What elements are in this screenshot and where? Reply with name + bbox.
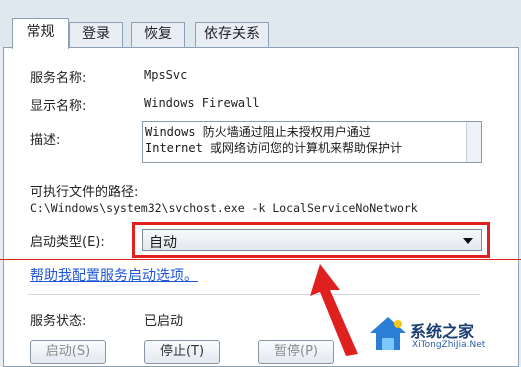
exec-path-value: C:\Windows\system32\svchost.exe -k Local… bbox=[30, 201, 418, 215]
startup-type-select[interactable]: 自动 bbox=[142, 229, 482, 251]
house-logo-icon bbox=[370, 317, 406, 350]
description-scrollbar[interactable] bbox=[466, 122, 481, 162]
chevron-down-icon bbox=[463, 238, 473, 244]
tab-dependencies[interactable]: 依存关系 bbox=[195, 22, 269, 47]
red-annotation-line bbox=[0, 259, 521, 260]
tab-recovery[interactable]: 恢复 bbox=[131, 22, 185, 47]
service-name-value: MpsSvc bbox=[144, 68, 188, 82]
separator bbox=[28, 294, 480, 295]
service-status-value: 已启动 bbox=[144, 314, 184, 329]
startup-type-value: 自动 bbox=[149, 235, 177, 251]
service-name-label: 服务名称: bbox=[30, 71, 87, 86]
display-name-label: 显示名称: bbox=[30, 99, 87, 114]
tab-logon[interactable]: 登录 bbox=[69, 22, 123, 47]
watermark-logo: 系统之家 XiTongZhiJia.Net bbox=[362, 308, 521, 356]
description-label: 描述: bbox=[30, 133, 61, 148]
help-link[interactable]: 帮助我配置服务启动选项。 bbox=[30, 265, 198, 285]
start-button[interactable]: 启动(S) bbox=[30, 340, 106, 364]
watermark-subtext: XiTongZhiJia.Net bbox=[412, 340, 486, 350]
description-text: Windows 防火墙通过阻止未授权用户通过 Internet 或网络访问您的计… bbox=[145, 125, 403, 155]
watermark-text: 系统之家 bbox=[410, 322, 475, 341]
stop-button[interactable]: 停止(T) bbox=[144, 340, 220, 364]
startup-type-label: 启动类型(E): bbox=[30, 235, 105, 250]
service-status-label: 服务状态: bbox=[30, 314, 87, 329]
exec-path-label: 可执行文件的路径: bbox=[30, 185, 139, 200]
display-name-value: Windows Firewall bbox=[144, 96, 260, 110]
tab-general[interactable]: 常规 bbox=[12, 18, 69, 49]
description-box[interactable]: Windows 防火墙通过阻止未授权用户通过 Internet 或网络访问您的计… bbox=[142, 121, 482, 163]
